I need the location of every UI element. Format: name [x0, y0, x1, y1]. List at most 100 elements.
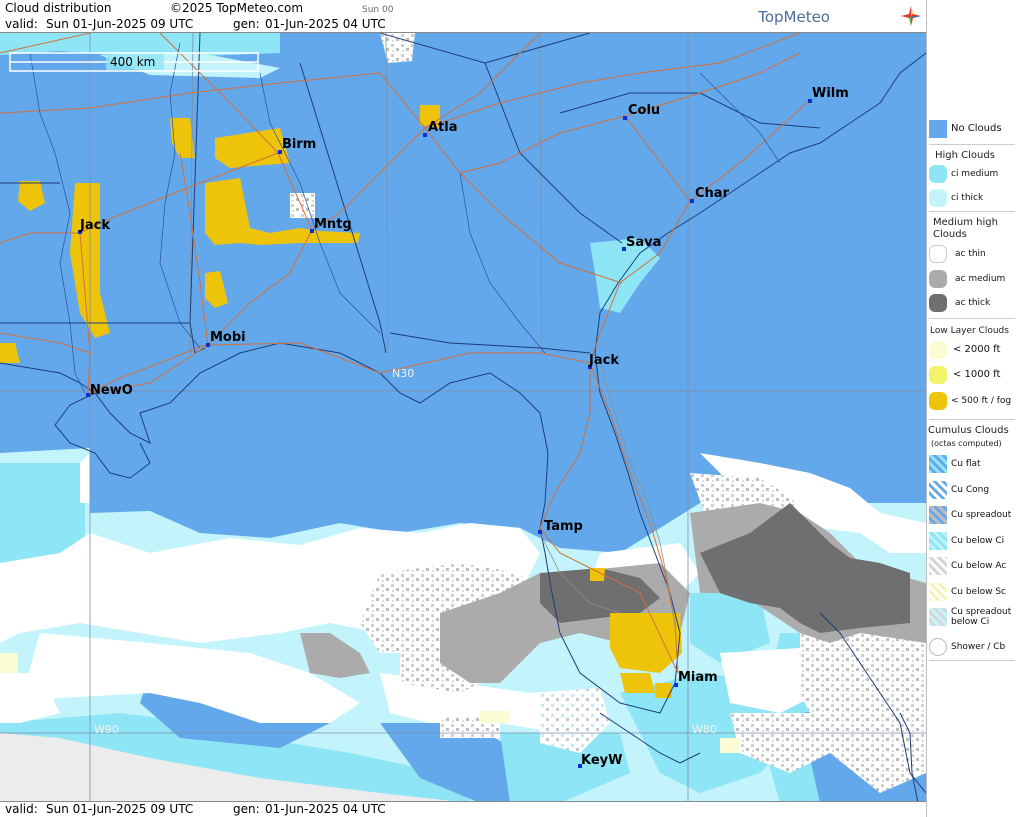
legend-shower-cb: Shower / Cb	[927, 638, 1017, 658]
legend-cu-spreadout: Cu spreadout	[927, 506, 1017, 526]
legend-label-low-2000: < 2000 ft	[953, 344, 1001, 355]
gen-time: 01-Jun-2025 04 UTC	[265, 17, 386, 31]
city-char[interactable]: Char	[690, 186, 730, 203]
legend-low-1000: < 1000 ft	[927, 366, 1017, 386]
swatch-cu-flat	[929, 455, 947, 473]
city-label-sava: Sava	[626, 235, 661, 250]
legend-divider	[929, 318, 1015, 319]
swatch-no-clouds	[929, 120, 947, 138]
compass-star-icon	[901, 6, 921, 26]
lat-label-n30: N30	[392, 367, 414, 380]
lon-label-w90: W90	[94, 723, 119, 736]
legend-label-cu-below-ac: Cu below Ac	[951, 561, 1007, 571]
swatch-cu-below-sc	[929, 583, 947, 601]
legend-ac-thick: ac thick	[927, 294, 1017, 314]
run-tag: Sun 00	[362, 5, 394, 15]
footer-valid-label: valid:	[5, 802, 38, 816]
legend-header-cumulus: Cumulus Clouds	[928, 425, 1009, 436]
city-label-mntg: Mntg	[314, 217, 352, 232]
footer-gen-label: gen:	[233, 802, 260, 816]
map-canvas[interactable]: 400 km N30 W90 W80 Birm Atla Colu Wilm C…	[0, 33, 926, 802]
legend-header-low: Low Layer Clouds	[930, 326, 1009, 336]
legend-low-2000: < 2000 ft	[927, 341, 1017, 361]
cloud-map[interactable]: 400 km N30 W90 W80 Birm Atla Colu Wilm C…	[0, 32, 926, 802]
footer-gen-time: 01-Jun-2025 04 UTC	[265, 802, 386, 816]
swatch-ci-thick	[929, 189, 947, 207]
city-label-wilm: Wilm	[812, 86, 849, 101]
swatch-cu-below-ac	[929, 557, 947, 575]
swatch-ci-medium	[929, 165, 947, 183]
swatch-cu-below-ci	[929, 532, 947, 550]
city-birm[interactable]: Birm	[278, 137, 316, 154]
gen-label: gen:	[233, 17, 260, 31]
footer-valid-time: Sun 01-Jun-2025 09 UTC	[46, 802, 194, 816]
lon-label-w80: W80	[692, 723, 717, 736]
swatch-ac-medium	[929, 270, 947, 288]
topmeteo-logo[interactable]: TopMeteo	[758, 8, 830, 26]
legend-ci-thick: ci thick	[927, 189, 1017, 209]
city-tamp[interactable]: Tamp	[538, 519, 583, 534]
city-keyw[interactable]: KeyW	[578, 753, 622, 768]
city-label-miam: Miam	[678, 670, 718, 685]
legend-label-cu-cong: Cu Cong	[951, 485, 990, 495]
legend-divider	[929, 660, 1015, 661]
legend-label-cu-flat: Cu flat	[951, 459, 981, 469]
city-label-tamp: Tamp	[544, 519, 583, 534]
legend-cu-spreadout-below-ci: Cu spreadout below Ci	[927, 607, 1017, 628]
city-label-jack-fl: Jack	[588, 353, 619, 368]
legend-label-ac-medium: ac medium	[955, 274, 1006, 284]
city-newo[interactable]: NewO	[86, 383, 133, 398]
legend-label-cu-spreadout-below-ci: Cu spreadout below Ci	[951, 607, 1012, 627]
legend-label-no-clouds: No Clouds	[951, 123, 1002, 134]
swatch-low-500	[929, 392, 947, 410]
city-label-atla: Atla	[428, 120, 458, 135]
swatch-ac-thin	[929, 245, 947, 263]
swatch-low-1000	[929, 366, 947, 384]
city-mobi[interactable]: Mobi	[206, 330, 246, 347]
legend-label-low-500: < 500 ft / fog	[951, 396, 1012, 406]
city-atla[interactable]: Atla	[423, 120, 458, 137]
city-colu[interactable]: Colu	[623, 103, 660, 120]
legend-low-500: < 500 ft / fog	[927, 392, 1017, 412]
legend-ac-thin: ac thin	[927, 245, 1017, 265]
city-label-mobi: Mobi	[210, 330, 246, 345]
legend-label-cu-below-sc: Cu below Sc	[951, 587, 1006, 597]
legend-cu-cong: Cu Cong	[927, 481, 1017, 501]
copyright: ©2025 TopMeteo.com	[170, 1, 304, 15]
map-title: Cloud distribution	[5, 1, 112, 15]
legend-header-medium: Medium high Clouds	[933, 217, 998, 240]
legend-label-shower-cb: Shower / Cb	[951, 642, 1006, 652]
swatch-cu-cong	[929, 481, 947, 499]
footer-bar: valid: Sun 01-Jun-2025 09 UTC gen: 01-Ju…	[0, 802, 926, 817]
legend-label-ci-medium: ci medium	[951, 169, 999, 179]
header-bar: Cloud distribution ©2025 TopMeteo.com Su…	[0, 0, 926, 32]
legend-cu-flat: Cu flat	[927, 455, 1017, 475]
cloud-legend: No Clouds High Clouds ci medium ci thick…	[926, 0, 1017, 817]
legend-subheader-cumulus: (octas computed)	[931, 439, 1002, 448]
legend-label-low-1000: < 1000 ft	[953, 369, 1001, 380]
legend-cu-below-ac: Cu below Ac	[927, 557, 1017, 577]
city-wilm[interactable]: Wilm	[808, 86, 849, 103]
legend-ac-medium: ac medium	[927, 270, 1017, 290]
valid-label: valid:	[5, 17, 38, 31]
swatch-ac-thick	[929, 294, 947, 312]
city-jack-ms[interactable]: Jack	[78, 218, 110, 234]
city-label-colu: Colu	[628, 103, 660, 118]
city-label-jack-ms: Jack	[79, 218, 110, 233]
swatch-low-2000	[929, 341, 947, 359]
city-label-keyw: KeyW	[581, 753, 622, 768]
city-label-newo: NewO	[90, 383, 133, 398]
city-label-birm: Birm	[282, 137, 316, 152]
city-miam[interactable]: Miam	[674, 670, 718, 687]
city-sava[interactable]: Sava	[622, 235, 661, 251]
swatch-cu-spreadout	[929, 506, 947, 524]
legend-divider	[929, 211, 1015, 212]
swatch-cu-spreadout-below-ci	[929, 608, 947, 626]
legend-cu-below-sc: Cu below Sc	[927, 583, 1017, 603]
legend-ci-medium: ci medium	[927, 165, 1017, 185]
legend-label-ac-thick: ac thick	[955, 298, 991, 308]
legend-header-high: High Clouds	[935, 150, 995, 161]
city-jack-fl[interactable]: Jack	[588, 353, 619, 369]
legend-label-ci-thick: ci thick	[951, 193, 984, 203]
city-mntg[interactable]: Mntg	[310, 217, 352, 233]
